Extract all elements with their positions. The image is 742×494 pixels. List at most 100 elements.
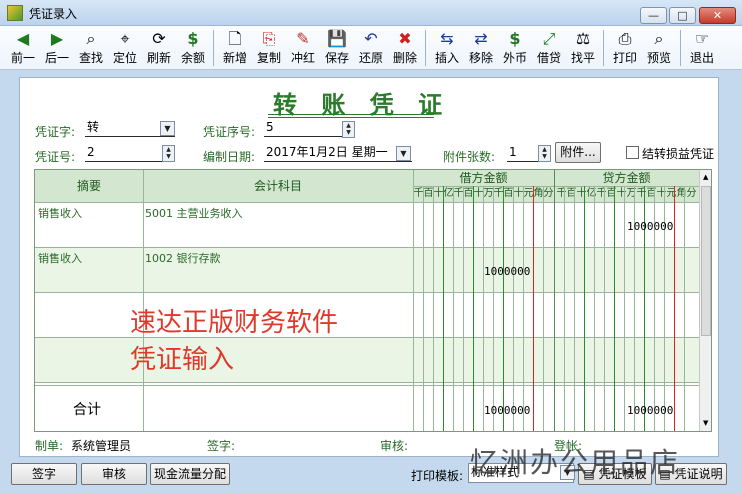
prev-button[interactable]: ◀ 前一 [6, 26, 40, 70]
grid-line [463, 186, 464, 431]
delete-button[interactable]: ✖ 删除 [388, 26, 422, 70]
date-label: 编制日期: [203, 150, 256, 164]
voucher-seq-label: 凭证序号: [203, 125, 256, 139]
grid-line [443, 186, 444, 431]
col-header-debit: 借方金额 [413, 170, 554, 186]
grid-line [543, 186, 544, 431]
new-button[interactable]: 🗋 新增 [218, 26, 252, 70]
exit-icon: ☞ [694, 29, 710, 48]
arrow-left-icon: ◀ [16, 29, 30, 48]
scale-icon: ⚖ [575, 29, 591, 48]
grid-line [473, 186, 474, 431]
table-row[interactable] [35, 247, 699, 292]
arrow-right-icon: ▶ [50, 29, 64, 48]
total-debit: 1000000 [484, 404, 531, 417]
chevron-down-icon[interactable]: ▼ [396, 146, 411, 161]
undo-icon: ↶ [364, 29, 378, 48]
insert-button[interactable]: ⇆ 插入 [430, 26, 464, 70]
foreign-currency-button[interactable]: $ 外币 [498, 26, 532, 70]
grid-line [433, 186, 434, 431]
total-credit: 1000000 [627, 404, 674, 417]
refresh-icon: ⟳ [152, 29, 166, 48]
grid-line [483, 186, 484, 431]
grid-line [684, 186, 685, 431]
total-label: 合计 [73, 402, 101, 418]
prev-label: 前一 [10, 51, 35, 65]
sign-button[interactable]: 签字 [11, 463, 77, 485]
exit-label: 退出 [689, 51, 714, 65]
date-picker[interactable]: 2017年1月2日 星期一 [264, 144, 412, 162]
cashflow-button[interactable]: 现金流量分配 [150, 463, 230, 485]
restore-label: 还原 [358, 51, 383, 65]
title-underline [268, 117, 434, 118]
find-button[interactable]: ⌕ 查找 [74, 26, 108, 70]
locate-button[interactable]: ⌖ 定位 [108, 26, 142, 70]
next-button[interactable]: ▶ 后一 [40, 26, 74, 70]
grid-line [423, 186, 424, 431]
copy-button[interactable]: ⎘ 复制 [252, 26, 286, 70]
grid-line [624, 186, 625, 431]
carry-over-label: 结转损益凭证 [642, 147, 715, 161]
scroll-up-icon[interactable]: ▲ [703, 173, 708, 181]
grid-line [453, 186, 454, 431]
scroll-down-icon[interactable]: ▼ [703, 419, 708, 427]
spinner-icon[interactable]: ▲ ▼ [342, 121, 355, 138]
row-account[interactable]: 1002 银行存款 [145, 250, 221, 266]
balance-button[interactable]: $ 余额 [176, 26, 210, 70]
restore-button[interactable]: ↶ 还原 [354, 26, 388, 70]
locate-label: 定位 [112, 51, 137, 65]
row-summary[interactable]: 销售收入 [38, 205, 82, 221]
maximize-button[interactable]: □ [669, 7, 696, 24]
copy-label: 复制 [256, 51, 281, 65]
delete-label: 删除 [392, 51, 417, 65]
window-title: 凭证录入 [29, 7, 78, 21]
carry-over-checkbox[interactable] [626, 146, 639, 159]
preview-icon: ⌕ [654, 29, 664, 48]
total-row [35, 384, 699, 431]
balance-out-button[interactable]: ⚖ 找平 [566, 26, 600, 70]
row-credit-amount[interactable]: 1000000 [627, 220, 673, 233]
chevron-down-icon[interactable]: ▼ [160, 121, 175, 136]
debit-credit-button[interactable]: ⤢ 借贷 [532, 26, 566, 70]
maker-value: 系统管理员 [71, 439, 132, 453]
audit-label: 审核: [380, 439, 409, 453]
refresh-button[interactable]: ⟳ 刷新 [142, 26, 176, 70]
grid-line [513, 186, 514, 431]
row-account[interactable]: 5001 主营业务收入 [145, 205, 243, 221]
grid-line [35, 382, 699, 383]
reverse-red-button[interactable]: ✎ 冲红 [286, 26, 320, 70]
remove-button[interactable]: ⇄ 移除 [464, 26, 498, 70]
grid-line [674, 186, 675, 431]
foreign-currency-label: 外币 [502, 51, 527, 65]
minimize-button[interactable]: — [640, 7, 667, 24]
col-header-credit: 贷方金额 [554, 170, 699, 186]
overlay-text: 速达正版财务软件 [130, 308, 339, 338]
print-button[interactable]: ⎙ 打印 [608, 26, 642, 70]
col-header-summary: 摘要 [35, 170, 143, 202]
overlay-text: 凭证输入 [130, 345, 235, 375]
preview-button[interactable]: ⌕ 预览 [642, 26, 676, 70]
col-header-account: 会计科目 [143, 170, 413, 202]
watermark-text: 忆洲办公用品店 [470, 446, 681, 479]
toolbar-separator [213, 30, 214, 66]
preview-label: 预览 [646, 51, 671, 65]
title-underline [268, 114, 434, 115]
swap-icon: ⤢ [542, 29, 556, 48]
grid-line [614, 186, 615, 431]
spinner-icon[interactable]: ▲ ▼ [162, 145, 175, 162]
audit-button[interactable]: 审核 [81, 463, 147, 485]
exit-button[interactable]: ☞ 退出 [685, 26, 719, 70]
close-button[interactable]: ✕ [699, 7, 736, 24]
row-summary[interactable]: 销售收入 [38, 250, 82, 266]
spinner-icon[interactable]: ▲ ▼ [538, 145, 551, 162]
grid-line [413, 186, 699, 187]
row-debit-amount[interactable]: 1000000 [484, 265, 530, 278]
vertical-scrollbar[interactable]: ▲ ▼ [699, 170, 711, 431]
save-button[interactable]: 💾 保存 [320, 26, 354, 70]
remove-label: 移除 [468, 51, 493, 65]
attachments-button[interactable]: 附件... [555, 142, 601, 163]
table-row[interactable] [35, 202, 699, 247]
scroll-thumb[interactable] [701, 186, 711, 336]
refresh-label: 刷新 [146, 51, 171, 65]
grid-line [523, 186, 524, 431]
